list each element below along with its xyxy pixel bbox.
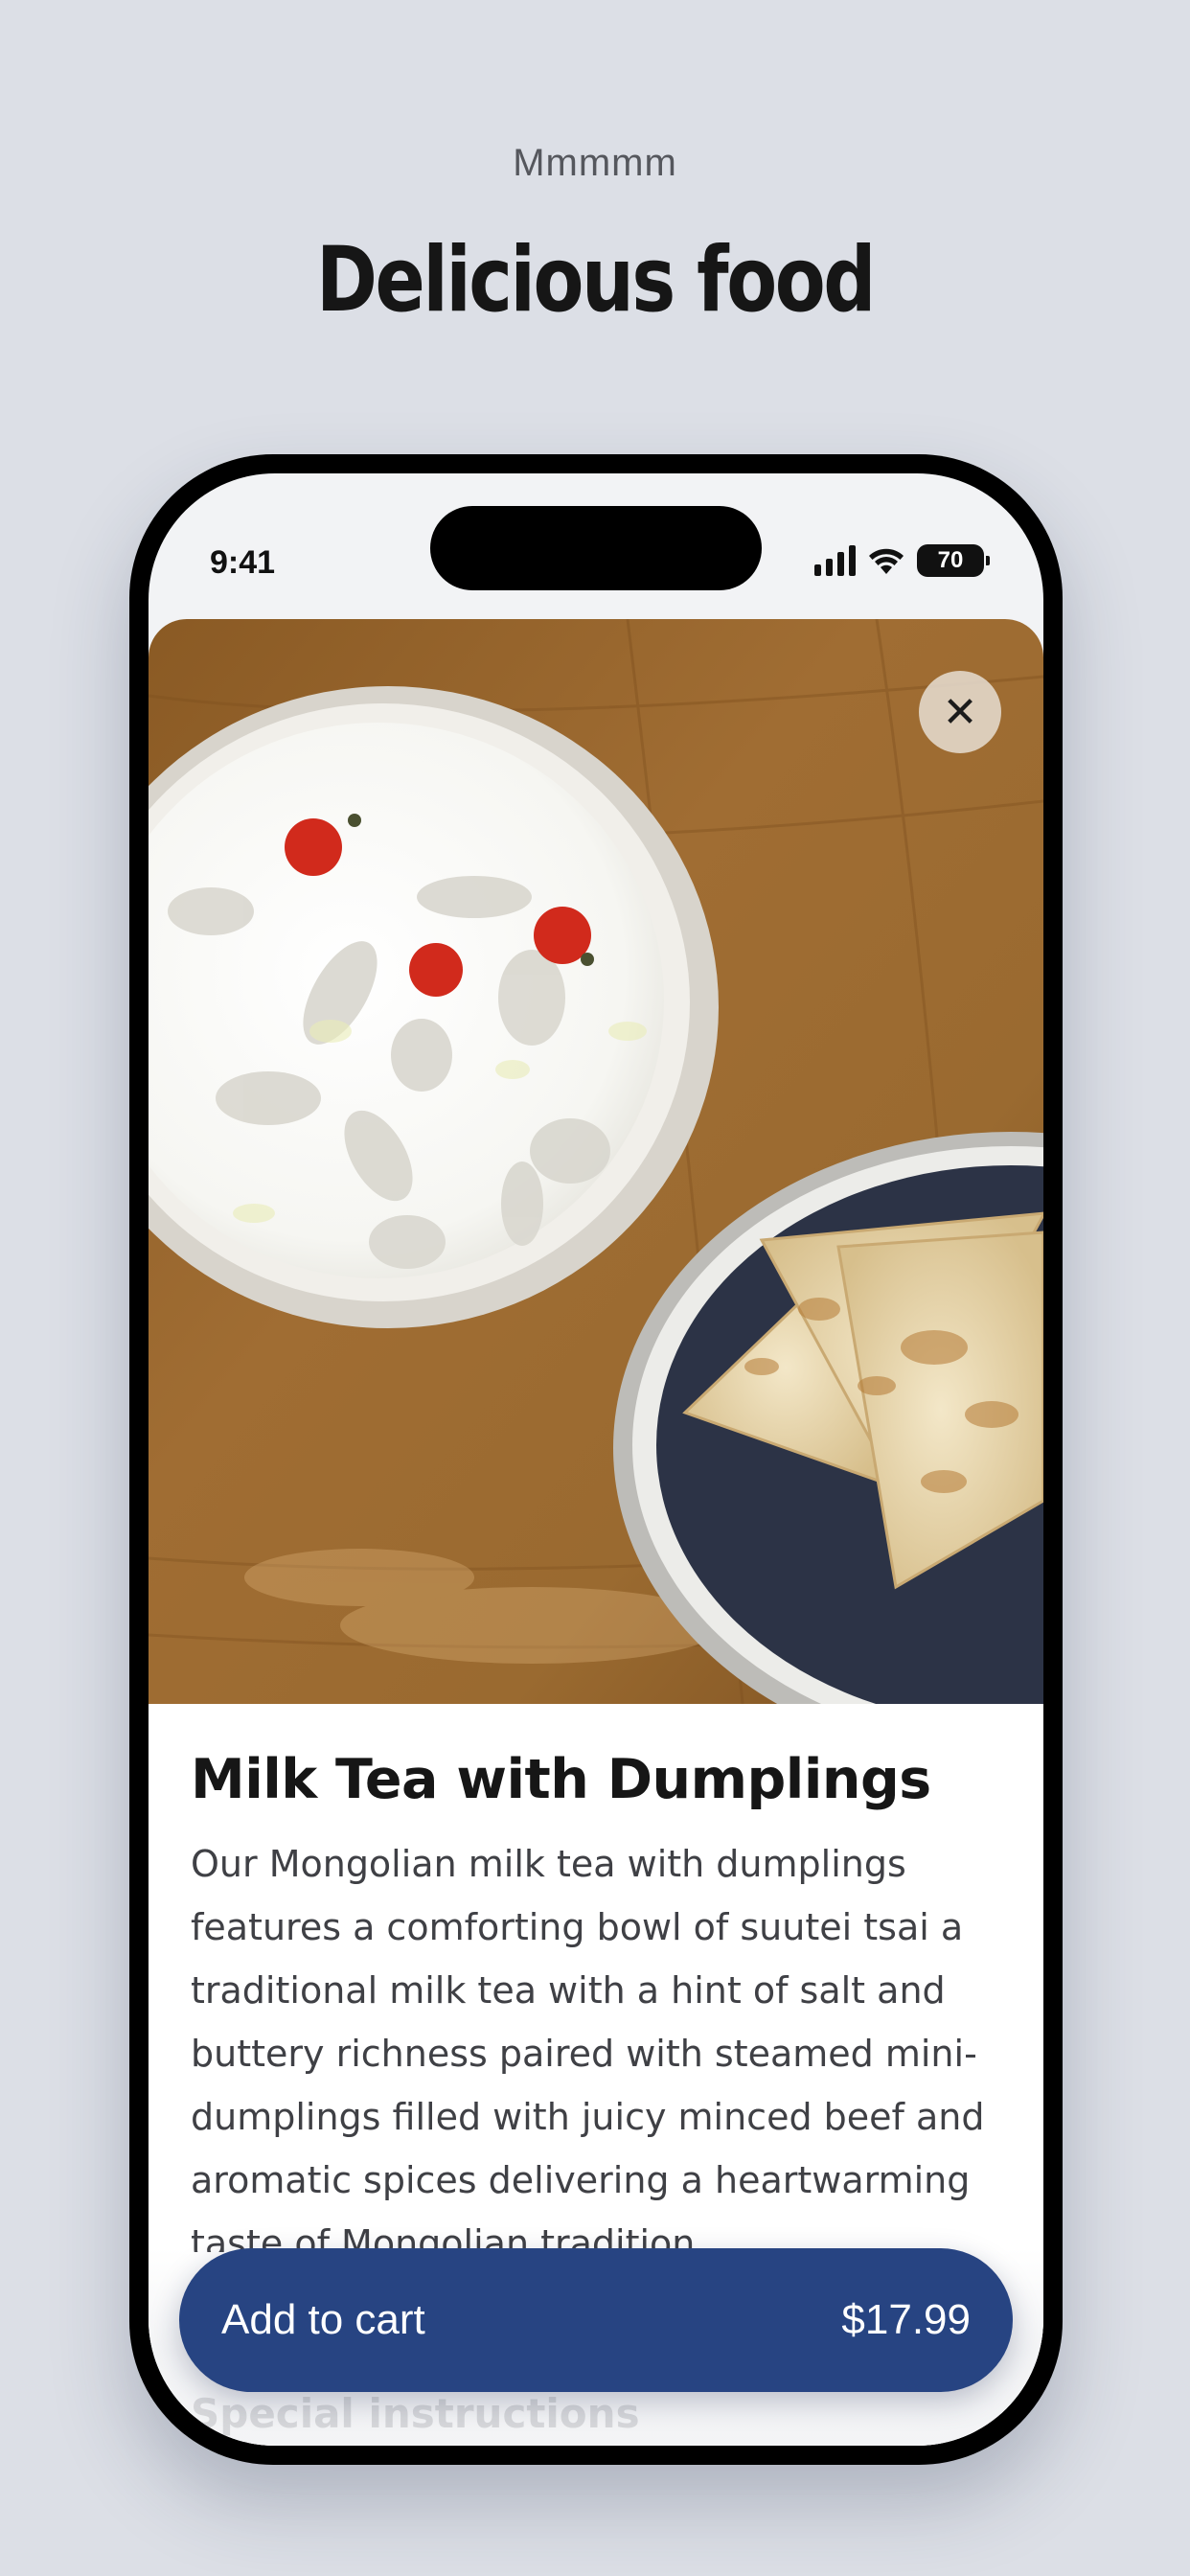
phone-screen: 9:41 70 ✕ Milk Tea with Dumplings Our Mo…	[149, 473, 1043, 2446]
signal-icon	[814, 545, 856, 576]
status-icons: 70	[814, 544, 990, 577]
battery-icon: 70	[917, 544, 990, 577]
item-description: Our Mongolian milk tea with dumplings fe…	[191, 1843, 985, 2252]
item-sheet: ✕ Milk Tea with Dumplings Our Mongolian …	[149, 619, 1043, 2446]
add-to-cart-button[interactable]: Add to cart $17.99	[179, 2248, 1013, 2392]
cart-price: $17.99	[841, 2296, 971, 2343]
wifi-icon	[869, 548, 904, 574]
item-title: Milk Tea with Dumplings	[191, 1748, 931, 1811]
close-button[interactable]: ✕	[919, 671, 1001, 753]
add-to-cart-label: Add to cart	[221, 2296, 425, 2343]
close-icon: ✕	[942, 687, 978, 737]
special-instructions-label: Special instructions	[191, 2390, 640, 2437]
food-photo	[149, 619, 1043, 1704]
status-time: 9:41	[210, 544, 276, 581]
page-eyebrow: Mmmmm	[513, 142, 677, 184]
phone-frame: 9:41 70 ✕ Milk Tea with Dumplings Our Mo…	[129, 454, 1063, 2465]
page-headline: Delicious food	[316, 228, 876, 333]
dynamic-island	[430, 506, 762, 590]
